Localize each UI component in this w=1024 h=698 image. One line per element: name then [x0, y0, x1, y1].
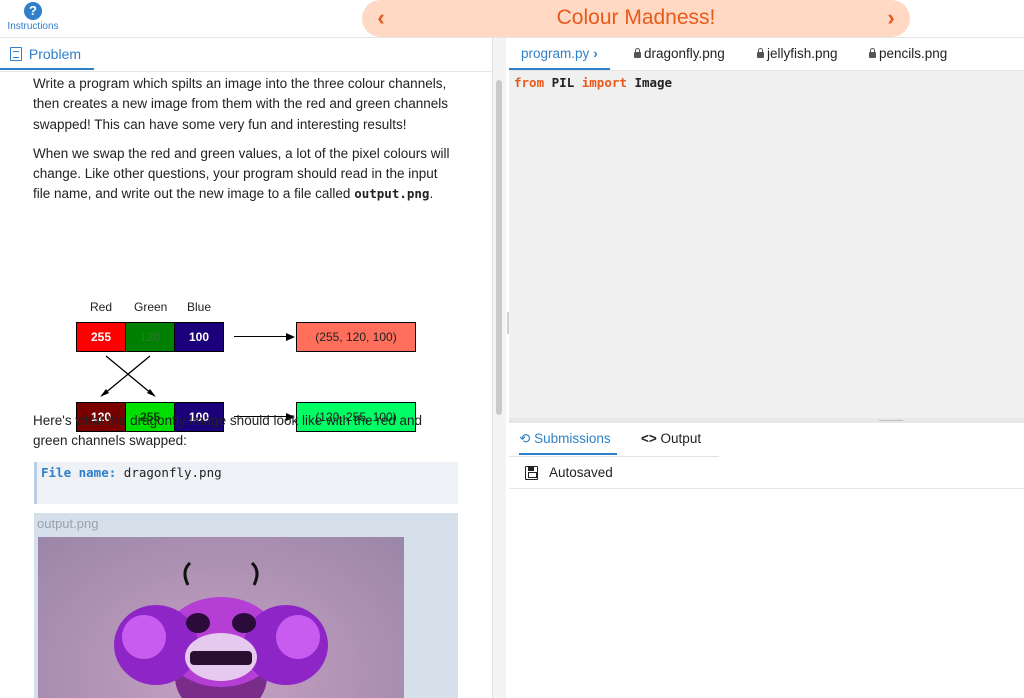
autosave-status-row: Autosaved — [509, 457, 1024, 489]
inline-code: output.png — [354, 186, 430, 202]
file-tabs: program.py › dragonfly.png jellyfish.png … — [509, 38, 1024, 70]
lock-icon — [757, 48, 764, 58]
dragonfly-image — [38, 537, 404, 698]
arrow-line — [234, 336, 288, 337]
scroll-thumb[interactable] — [496, 80, 502, 415]
code-editor[interactable]: from PIL import Image — [509, 70, 1024, 418]
problem-scrollbar[interactable] — [492, 38, 506, 698]
tab-label: jellyfish.png — [767, 46, 838, 61]
header-blue: Blue — [187, 300, 212, 314]
divider — [0, 71, 492, 72]
tab-program-py[interactable]: program.py › — [509, 38, 610, 70]
editor-panel: program.py › dragonfly.png jellyfish.png … — [509, 38, 1024, 698]
instructions-label: Instructions — [7, 21, 59, 32]
title-pill: ‹ Colour Madness! › — [362, 0, 910, 37]
tab-output[interactable]: <> Output — [641, 423, 701, 455]
cell-red-value: 255 — [76, 322, 126, 352]
tab-dragonfly-png[interactable]: dragonfly.png — [634, 38, 725, 70]
autosaved-label: Autosaved — [549, 465, 613, 480]
history-icon: ⟲ — [519, 431, 531, 446]
tab-problem-label: Problem — [28, 46, 82, 62]
problem-description-2: Here's what the dragonfly image should l… — [33, 411, 458, 461]
file-name-label: File name: — [41, 465, 117, 480]
code-line-1: from PIL import Image — [514, 75, 672, 90]
splitter-grip — [879, 420, 903, 421]
swap-cross-icon — [100, 355, 156, 397]
dragonfly-illustration — [114, 561, 328, 698]
chevron-right-icon[interactable]: › — [876, 0, 906, 37]
document-icon — [10, 47, 22, 61]
cell-green-value: 120 — [125, 322, 175, 352]
tab-pencils-png[interactable]: pencils.png — [869, 38, 947, 70]
code-module: PIL — [551, 75, 575, 90]
tab-submissions[interactable]: ⟲ Submissions — [519, 423, 617, 455]
problem-paragraph-2: When we swap the red and green values, a… — [33, 144, 458, 205]
tab-problem[interactable]: Problem — [0, 38, 94, 70]
tab-submissions-label: Submissions — [534, 431, 611, 446]
code-name: Image — [634, 75, 673, 90]
page-title: Colour Madness! — [556, 6, 716, 29]
result-color-1: (255, 120, 100) — [296, 322, 416, 352]
save-icon — [525, 466, 538, 480]
lock-icon — [869, 48, 876, 58]
help-icon: ? — [24, 2, 42, 20]
paragraph-end: . — [429, 186, 434, 202]
top-bar: ? Instructions ‹ Colour Madness! › — [0, 0, 1024, 38]
code-keyword: from — [514, 75, 545, 90]
tab-label: dragonfly.png — [644, 46, 725, 61]
cell-blue-value: 100 — [174, 322, 224, 352]
lock-icon — [634, 48, 641, 58]
header-red: Red — [90, 300, 113, 314]
code-keyword: import — [581, 75, 627, 90]
problem-paragraph-1: Write a program which spilts an image in… — [33, 76, 448, 132]
tab-label: pencils.png — [879, 46, 948, 61]
code-brackets-icon: <> — [641, 431, 657, 446]
instructions-button[interactable]: ? Instructions — [2, 2, 64, 32]
header-green: Green — [134, 300, 168, 314]
arrow-right-icon — [286, 333, 295, 341]
tab-jellyfish-png[interactable]: jellyfish.png — [757, 38, 838, 70]
tab-output-label: Output — [660, 431, 702, 446]
file-name-value: dragonfly.png — [123, 465, 222, 480]
tab-label: program.py — [521, 46, 590, 61]
submission-panel: ⟲ Submissions <> Output Autosaved — [509, 423, 1024, 698]
problem-description: Write a program which spilts an image in… — [33, 74, 458, 214]
chevron-right-icon: › — [593, 46, 598, 61]
output-caption: output.png — [37, 516, 99, 531]
output-image-box: output.png — [34, 513, 458, 698]
problem-paragraph-3: Here's what the dragonfly image should l… — [33, 413, 423, 449]
file-name-box: File name: dragonfly.png — [34, 462, 458, 504]
problem-panel: Problem Write a program which spilts an … — [0, 38, 492, 698]
